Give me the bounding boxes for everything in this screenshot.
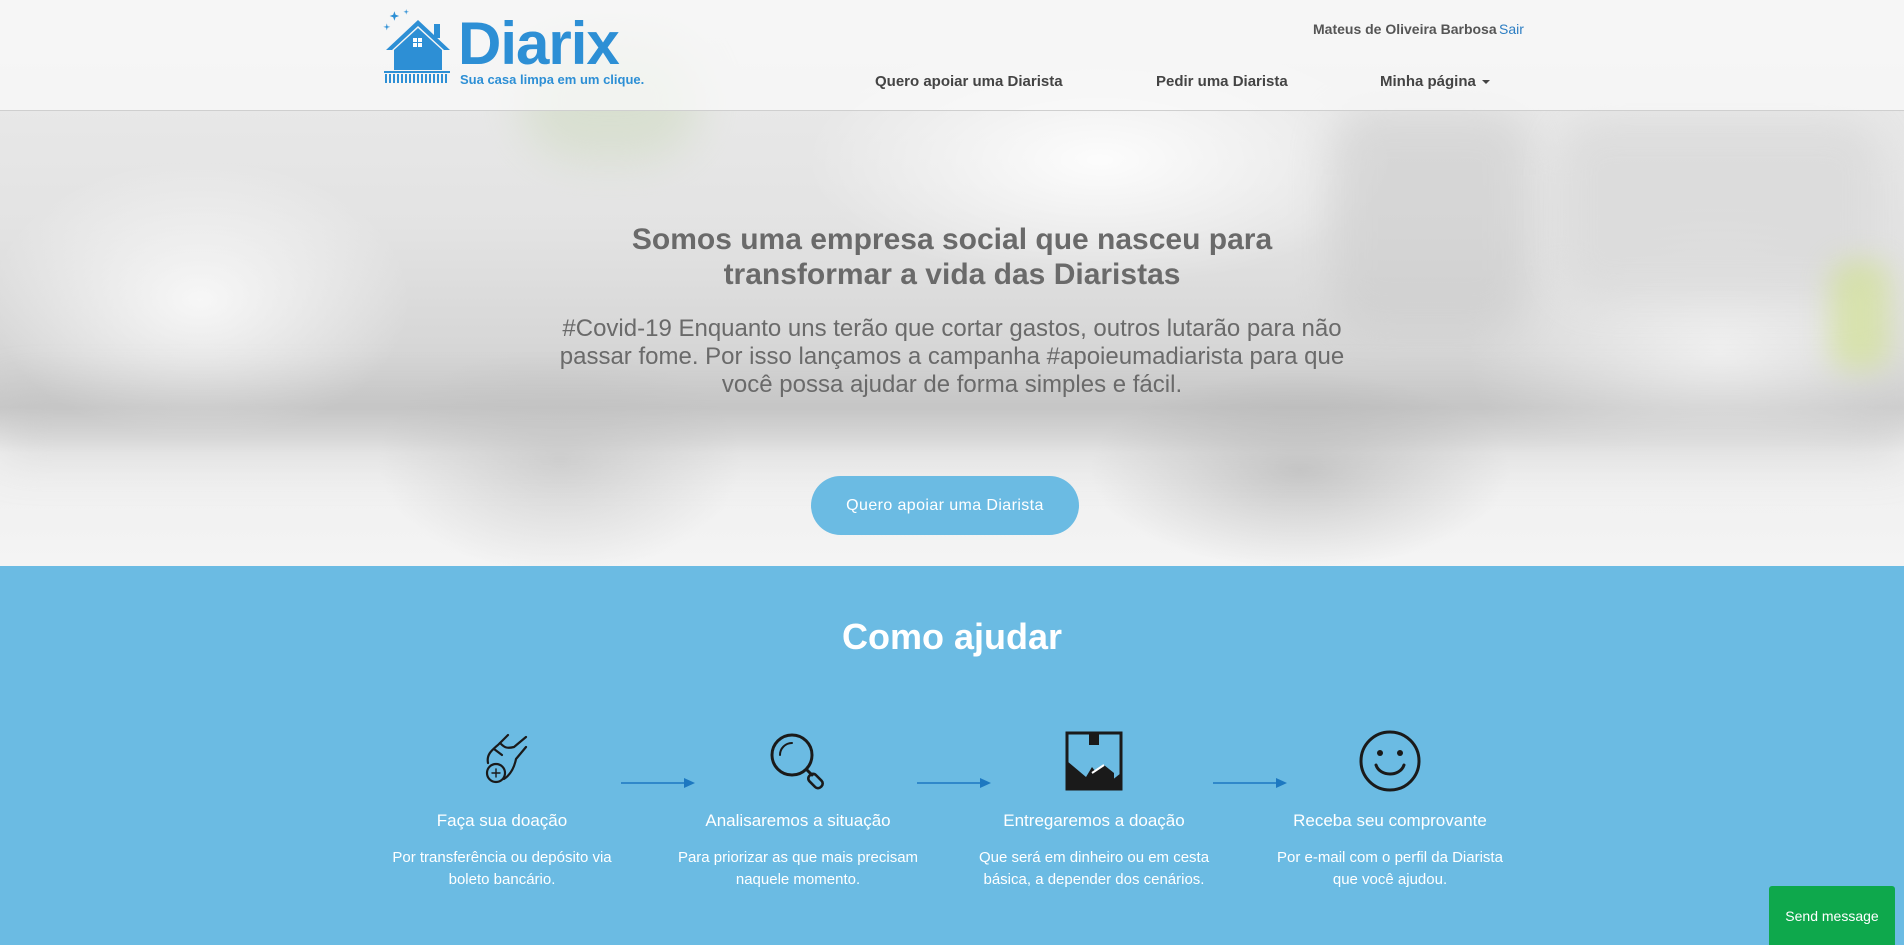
nav-request-diarista[interactable]: Pedir uma Diarista [1156, 73, 1288, 90]
step-title: Faça sua doação [436, 811, 568, 830]
brand-tagline: Sua casa limpa em um clique. [460, 72, 645, 87]
caret-down-icon [1481, 80, 1490, 85]
logout-link[interactable]: Sair [1499, 21, 1524, 37]
nav-my-page-dropdown[interactable]: Minha página [1380, 73, 1490, 90]
step-donate: Faça sua doação Por transferência ou dep… [372, 729, 632, 891]
site-logo[interactable]: Diarix Sua casa limpa em um clique. [382, 8, 652, 88]
step-description: Por e-mail com o perfil da Diarista que … [1277, 849, 1503, 888]
background-blur [0, 390, 1904, 460]
step-title: Analisaremos a situação [705, 811, 891, 830]
donation-hand-coin-icon [485, 733, 528, 784]
background-blur [1330, 110, 1530, 330]
nav-support-diarista[interactable]: Quero apoiar uma Diarista [875, 73, 1063, 90]
step-deliver: Entregaremos a doação Que será em dinhei… [964, 729, 1224, 891]
step-analyze: Analisaremos a situação Para priorizar a… [668, 729, 928, 891]
step-receipt: Receba seu comprovante Por e-mail com o … [1260, 729, 1520, 891]
send-message-button[interactable]: Send message [1769, 886, 1895, 945]
top-navbar: Diarix Sua casa limpa em um clique. Mate… [0, 0, 1904, 111]
brand-name: Diarix [458, 10, 620, 77]
package-delivery-icon [1065, 731, 1123, 791]
user-name: Mateus de Oliveira Barbosa [1313, 21, 1497, 37]
nav-my-page-label: Minha página [1380, 73, 1476, 90]
background-blur [1830, 260, 1890, 370]
step-title: Receba seu comprovante [1293, 811, 1487, 830]
support-diarista-button[interactable]: Quero apoiar uma Diarista [811, 476, 1079, 535]
how-to-help-section: Como ajudar Faça sua doação Por transfer… [0, 566, 1904, 945]
step-description: Que será em dinheiro ou em cesta básica,… [978, 849, 1210, 888]
section-title: Como ajudar [841, 616, 1063, 657]
smiley-face-icon [1359, 730, 1421, 792]
house-logo-icon [383, 9, 450, 83]
step-description: Para priorizar as que mais precisam naqu… [677, 849, 919, 888]
hero-title: Somos uma empresa social que nasceu para… [631, 223, 1273, 291]
magnifier-icon [770, 733, 824, 790]
hero-subtitle: #Covid-19 Enquanto uns terão que cortar … [559, 315, 1345, 398]
step-description: Por transferência ou depósito via boleto… [392, 849, 612, 888]
step-title: Entregaremos a doação [1003, 811, 1185, 830]
